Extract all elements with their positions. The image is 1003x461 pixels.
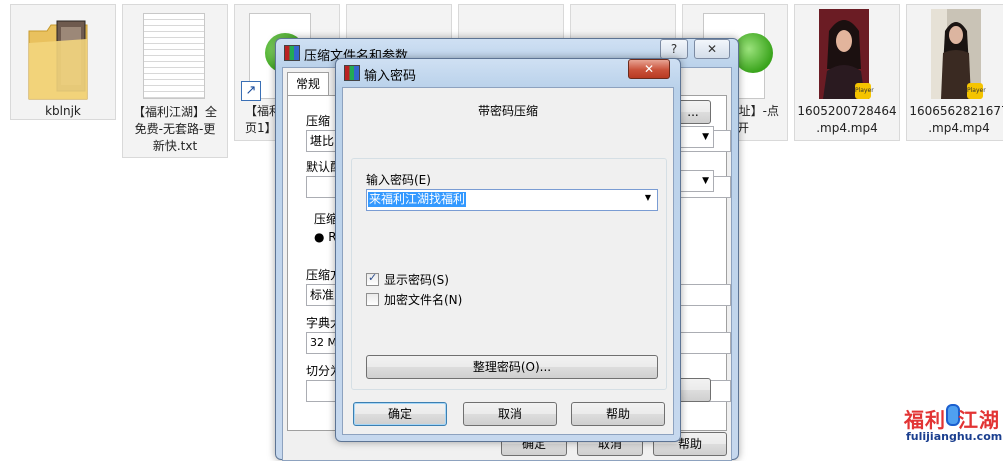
globe-icon bbox=[733, 33, 773, 73]
password-value: 来福利江湖找福利 bbox=[368, 192, 467, 207]
folder-icon bbox=[27, 11, 91, 101]
player-badge-icon: Player bbox=[967, 83, 986, 99]
archive-name-label: 压缩 bbox=[306, 114, 331, 128]
chevron-down-icon: ▼ bbox=[702, 132, 709, 142]
tab-general[interactable]: 常规 bbox=[287, 72, 330, 95]
file-name: kblnjk bbox=[45, 104, 81, 118]
archive-name-value: 堪比 bbox=[310, 134, 335, 148]
watermark-url: fulijianghu.com bbox=[906, 430, 1003, 443]
show-password-label[interactable]: 显示密码(S) bbox=[384, 271, 449, 288]
close-button[interactable]: ✕ bbox=[628, 59, 670, 79]
text-file-icon bbox=[143, 13, 205, 99]
file-name-line: 1605200728464 bbox=[797, 104, 897, 118]
dialog-heading: 带密码压缩 bbox=[477, 104, 538, 118]
file-name-line: .mp4.mp4 bbox=[816, 121, 878, 135]
shortcut-arrow-icon: ↗ bbox=[241, 81, 261, 101]
password-group: 输入密码(E) 来福利江湖找福利 ▼ ✓ 显示密码(S) 加密文件名(N) 整理… bbox=[351, 158, 667, 390]
file-tile-video[interactable]: Player 1606562821677 .mp4.mp4 bbox=[906, 4, 1003, 141]
winrar-app-icon bbox=[344, 65, 360, 81]
show-password-checkbox[interactable]: ✓ bbox=[366, 271, 379, 286]
chevron-down-icon: ▼ bbox=[702, 176, 709, 186]
help-caption-button[interactable]: ? bbox=[660, 39, 688, 59]
checkmark-icon: ✓ bbox=[368, 271, 378, 284]
file-tile-folder[interactable]: kblnjk bbox=[10, 4, 116, 120]
format-radio[interactable]: ● R bbox=[314, 230, 337, 244]
file-name-line: 【福利江湖】全 bbox=[132, 105, 217, 119]
dictionary-size-value: 32 M bbox=[310, 336, 337, 349]
cancel-button[interactable]: 取消 bbox=[463, 402, 557, 426]
watermark-text-left: 福利 bbox=[904, 408, 946, 432]
password-dialog: 输入密码 ✕ 带密码压缩 输入密码(E) 来福利江湖找福利 ▼ ✓ 显示密码(S… bbox=[335, 58, 681, 442]
dialog-title: 输入密码 bbox=[364, 69, 417, 84]
file-name-line: 新快.txt bbox=[152, 139, 198, 153]
file-name-line: 免费-无套路-更 bbox=[134, 122, 216, 136]
encrypt-filenames-label[interactable]: 加密文件名(N) bbox=[384, 291, 462, 308]
file-tile-txt[interactable]: 【福利江湖】全 免费-无套路-更 新快.txt bbox=[122, 4, 228, 158]
compression-method-value: 标准 bbox=[310, 288, 335, 302]
chevron-down-icon[interactable]: ▼ bbox=[645, 193, 651, 202]
help-button[interactable]: 帮助 bbox=[571, 402, 665, 426]
password-label: 输入密码(E) bbox=[366, 173, 431, 187]
ok-button[interactable]: 确定 bbox=[353, 402, 447, 426]
watermark-text-right: 江湖 bbox=[958, 408, 1000, 432]
encrypt-filenames-checkbox[interactable] bbox=[366, 293, 379, 306]
file-name-line: 1606562821677 bbox=[909, 104, 1003, 118]
winrar-app-icon bbox=[284, 45, 300, 61]
dialog-client-area: 带密码压缩 输入密码(E) 来福利江湖找福利 ▼ ✓ 显示密码(S) 加密文件名… bbox=[342, 87, 674, 435]
file-name-line: .mp4.mp4 bbox=[928, 121, 990, 135]
close-caption-button[interactable]: ✕ bbox=[694, 39, 730, 59]
file-tile-video[interactable]: Player 1605200728464 .mp4.mp4 bbox=[794, 4, 900, 141]
organize-passwords-button[interactable]: 整理密码(O)... bbox=[366, 355, 658, 379]
player-badge-icon: Player bbox=[855, 83, 874, 99]
password-input[interactable]: 来福利江湖找福利 ▼ bbox=[366, 189, 658, 211]
